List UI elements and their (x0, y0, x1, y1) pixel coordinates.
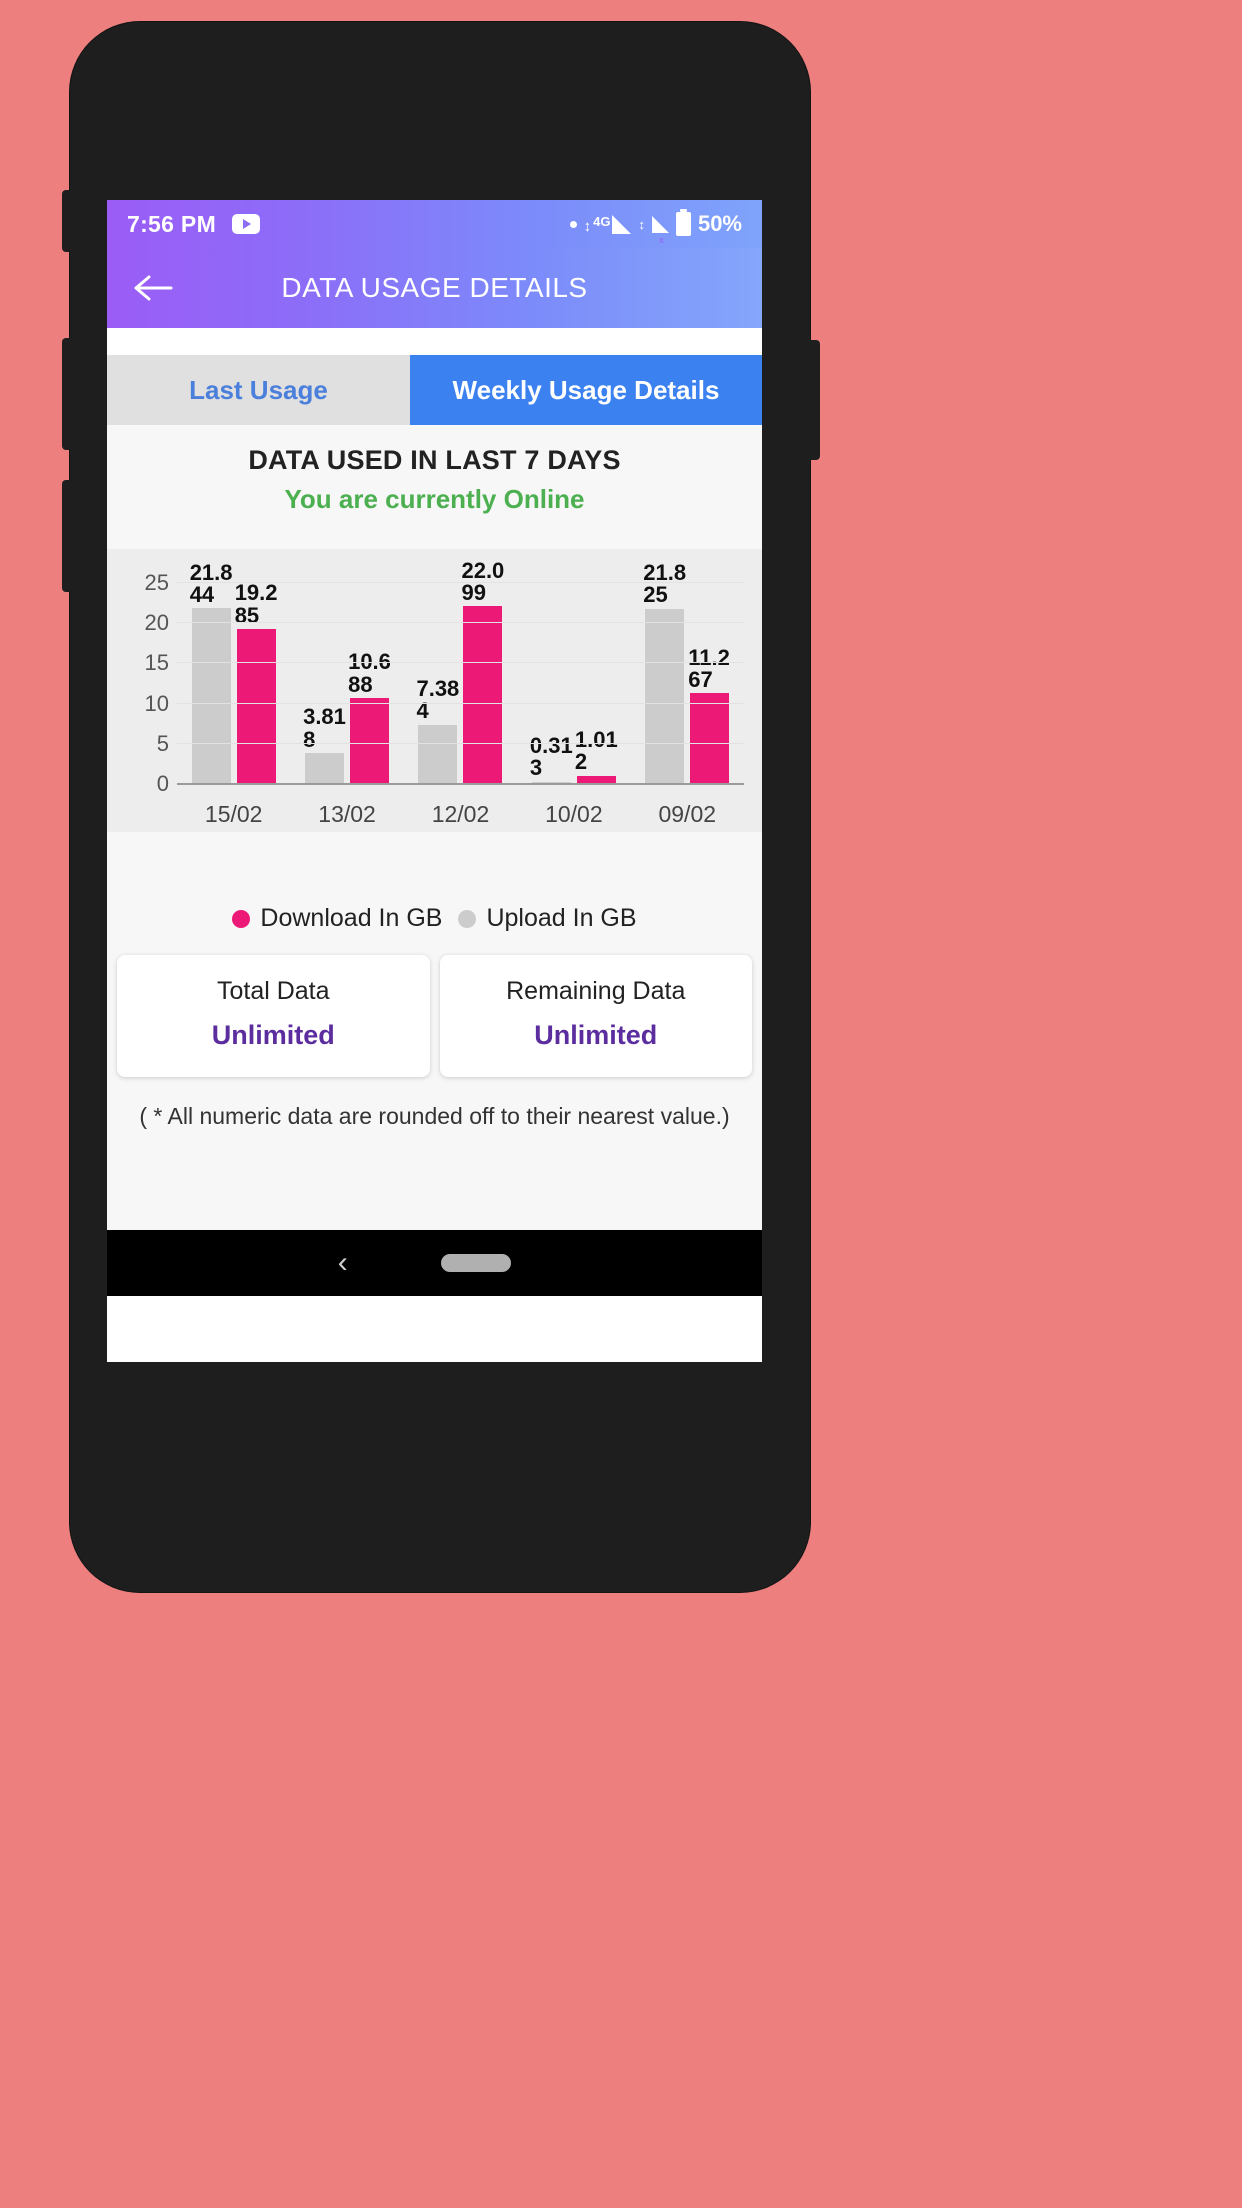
notification-dot-icon (569, 220, 577, 228)
bar-upload[interactable]: 21.825 (643, 561, 686, 784)
legend-label-download: Download In GB (260, 904, 443, 932)
y-axis-tick-label: 25 (144, 570, 169, 596)
phone-side-button-mute[interactable] (62, 190, 74, 252)
gridline (177, 702, 744, 704)
bar-value-label-download: 11.267 (688, 644, 730, 693)
footnote-text: ( * All numeric data are rounded off to … (139, 1103, 730, 1129)
bar-group: 21.844 19.285 (190, 561, 278, 784)
phone-side-button-volume-down[interactable] (62, 480, 74, 592)
bar-upload[interactable]: 21.844 (190, 561, 233, 784)
y-axis-tick-label: 20 (144, 610, 169, 636)
card-total-data-title: Total Data (216, 977, 330, 1005)
signal-bars-no-sim-icon (651, 215, 669, 245)
data-transfer-arrows-secondary-icon: ↕ (638, 216, 645, 232)
bar-value-label-upload: 0.313 (529, 732, 573, 781)
status-bar-icons: ↕ 4G ↕ 50% (569, 209, 742, 245)
bar-value-label-upload: 21.825 (643, 559, 687, 608)
summary-cards: Total Data Unlimited Remaining Data Unli… (107, 955, 762, 1077)
gridline (177, 662, 744, 664)
bar-value-label-upload: 21.844 (189, 559, 233, 608)
bar-download[interactable]: 10.688 (348, 651, 391, 784)
y-axis-tick-label: 15 (144, 650, 169, 676)
legend-swatch-upload-icon (458, 909, 477, 928)
app-bar: DATA USAGE DETAILS (107, 248, 762, 328)
battery-percent-label: 50% (697, 211, 742, 236)
chart-legend: Download In GB Upload In GB (107, 884, 762, 955)
y-axis-tick-label: 5 (156, 730, 169, 756)
bar-upload[interactable]: 7.384 (416, 677, 459, 784)
gridline (177, 582, 744, 584)
chart-plot-area: 21.844 19.285 3.818 10.688 7.384 22.099 0.313 1… (177, 549, 744, 832)
tab-bar: Last Usage Weekly Usage Details (107, 355, 762, 425)
x-axis-tick-label: 15/02 (204, 801, 263, 827)
bar-download[interactable]: 19.285 (235, 581, 278, 784)
phone-screen: 7:56 PM ↕ 4G ↕ 50% DATA USAGE DETAILS La… (107, 200, 762, 1362)
online-status-text: You are currently Online (284, 484, 585, 514)
footnote-section: ( * All numeric data are rounded off to … (107, 1077, 762, 1130)
bar-upload[interactable]: 3.818 (303, 706, 346, 784)
y-axis-tick-label: 10 (144, 690, 169, 716)
bar-group: 21.825 11.267 (643, 561, 730, 784)
chart-bottom-spacer (107, 832, 762, 884)
tab-last-usage[interactable]: Last Usage (107, 355, 410, 425)
y-axis-tick-label: 0 (156, 771, 169, 796)
legend-label-upload: Upload In GB (486, 904, 637, 932)
card-total-data[interactable]: Total Data Unlimited (117, 955, 430, 1077)
bar-download[interactable]: 11.267 (688, 646, 730, 784)
bar-value-label-download: 10.688 (348, 649, 391, 697)
status-bar: 7:56 PM ↕ 4G ↕ 50% (107, 200, 762, 248)
phone-side-button-volume-up[interactable] (62, 338, 74, 450)
phone-side-button-power[interactable] (806, 340, 820, 460)
x-axis-tick-label: 12/02 (431, 801, 490, 827)
network-type-label: 4G (593, 213, 611, 229)
y-axis-labels: 0 5 10 15 20 25 (121, 549, 169, 832)
bar-chart: 0 5 10 15 20 25 21.844 19.285 3.818 10.688 7.384 2… (107, 549, 762, 832)
nav-back-icon[interactable]: ‹ (338, 1246, 348, 1280)
chart-title: DATA USED IN LAST 7 DAYS (248, 445, 621, 475)
bar-group: 7.384 22.099 (416, 559, 504, 784)
headline-section: DATA USED IN LAST 7 DAYS You are current… (107, 425, 762, 549)
x-axis-tick-label: 09/02 (658, 801, 717, 827)
gridline (177, 622, 744, 624)
bottom-filler (107, 1130, 762, 1230)
x-axis-line (177, 783, 744, 785)
bar-value-label-upload: 3.818 (303, 704, 346, 752)
x-axis-labels: 15/02 13/02 12/02 10/02 09/02 (177, 801, 744, 828)
legend-swatch-download-icon (232, 909, 251, 928)
signal-bars-icon (612, 214, 632, 234)
nav-home-pill-icon[interactable] (441, 1254, 512, 1272)
card-remaining-data-title: Remaining Data (506, 977, 686, 1005)
status-bar-time: 7:56 PM (127, 210, 217, 237)
card-total-data-value: Unlimited (211, 1020, 335, 1050)
bar-group: 3.818 10.688 (303, 651, 391, 784)
data-transfer-arrows-icon: ↕ (583, 217, 592, 235)
youtube-icon (232, 214, 261, 234)
legend-item-upload: Upload In GB (458, 904, 637, 933)
bar-value-label-download: 1.012 (574, 727, 618, 775)
bar-value-label-upload: 7.384 (416, 675, 460, 724)
gridline (177, 742, 744, 744)
x-axis-tick-label: 10/02 (545, 801, 603, 827)
appbar-bottom-gap (107, 328, 762, 355)
card-remaining-data-value: Unlimited (534, 1020, 658, 1050)
x-axis-tick-label: 13/02 (318, 801, 376, 827)
card-remaining-data[interactable]: Remaining Data Unlimited (439, 955, 752, 1077)
tab-weekly-usage-details[interactable]: Weekly Usage Details (410, 355, 762, 425)
legend-item-download: Download In GB (232, 904, 442, 933)
android-nav-bar: ‹ (107, 1230, 762, 1296)
page-title: DATA USAGE DETAILS (281, 272, 588, 303)
bar-download[interactable]: 22.099 (461, 559, 504, 784)
battery-icon (675, 209, 691, 236)
bar-groups: 21.844 19.285 3.818 10.688 7.384 22.099 0.313 1… (177, 549, 744, 784)
bar-value-label-download: 19.285 (234, 580, 278, 628)
